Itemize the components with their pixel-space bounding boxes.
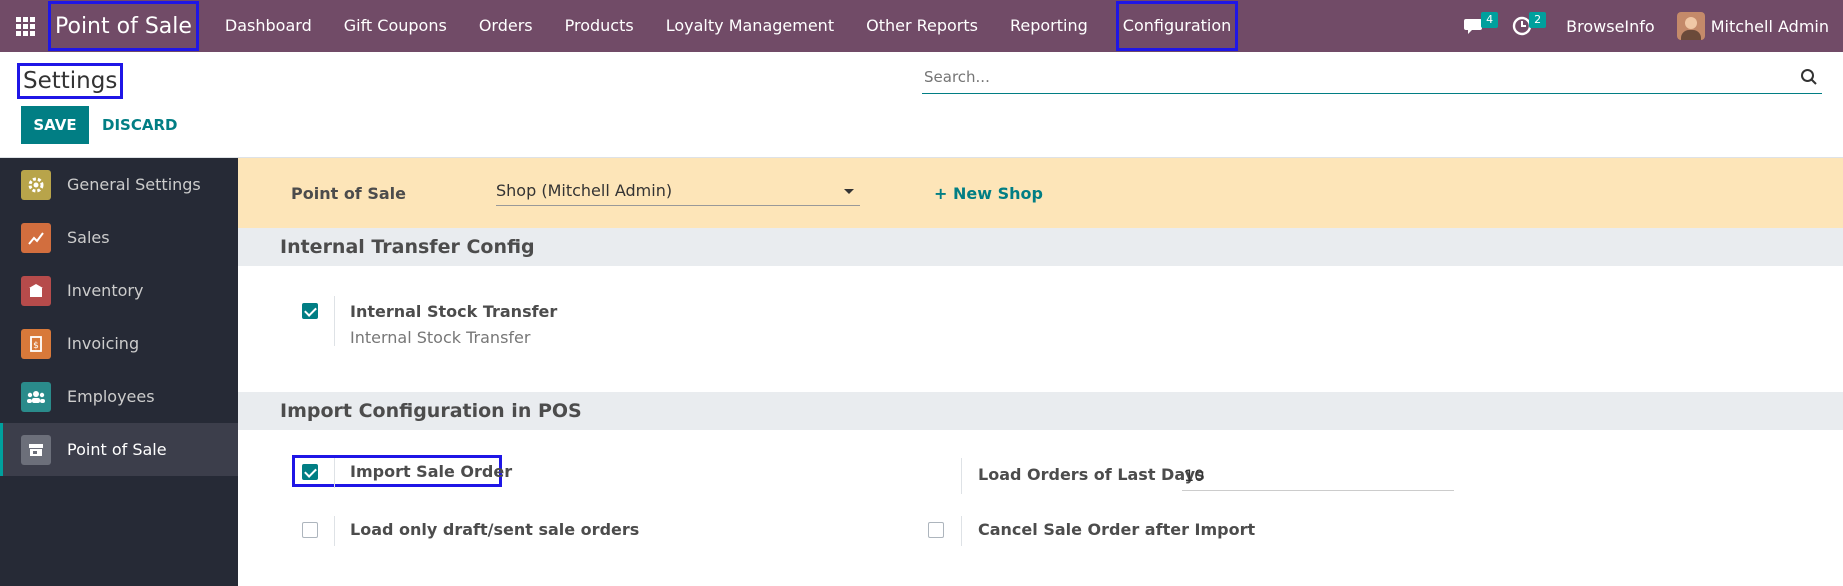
import-sale-order-title: Import Sale Order	[350, 462, 513, 481]
draft-only-title: Load only draft/sent sale orders	[350, 520, 640, 539]
svg-text:$: $	[33, 341, 39, 351]
sidebar-item-label: Inventory	[67, 281, 144, 300]
settings-content: Point of Sale Shop (Mitchell Admin) + Ne…	[238, 158, 1843, 586]
app-brand[interactable]: Point of Sale	[48, 1, 199, 51]
invoice-icon: $	[21, 328, 51, 359]
new-shop-button[interactable]: + New Shop	[934, 184, 1043, 203]
systray: 4 2 BrowseInfo Mitchell Admin	[1456, 0, 1843, 52]
divider	[961, 458, 962, 494]
top-navbar: Point of Sale Dashboard Gift Coupons Ord…	[0, 0, 1843, 52]
divider	[334, 516, 335, 546]
box-icon	[21, 275, 51, 306]
draft-only-checkbox[interactable]	[302, 522, 318, 538]
section-title-internal-transfer: Internal Transfer Config	[238, 228, 1843, 266]
sidebar-item-employees[interactable]: Employees	[0, 370, 238, 423]
menu-loyalty-management[interactable]: Loyalty Management	[650, 1, 850, 51]
cancel-after-import-title: Cancel Sale Order after Import	[978, 520, 1256, 539]
load-days-label: Load Orders of Last Days	[978, 465, 1205, 484]
cancel-after-import-checkbox[interactable]	[928, 522, 944, 538]
chevron-down-icon	[844, 189, 854, 194]
internal-stock-transfer-checkbox[interactable]	[302, 303, 318, 319]
sidebar-item-sales[interactable]: Sales	[0, 211, 238, 264]
import-sale-order-checkbox[interactable]	[302, 464, 318, 480]
page-title: Settings	[17, 63, 124, 99]
sidebar-item-label: Point of Sale	[67, 440, 167, 459]
menu-reporting[interactable]: Reporting	[994, 1, 1104, 51]
sidebar-item-label: Employees	[67, 387, 155, 406]
user-name: Mitchell Admin	[1710, 16, 1829, 36]
sidebar-item-label: General Settings	[67, 175, 201, 194]
menu-other-reports[interactable]: Other Reports	[850, 1, 994, 51]
search-input[interactable]	[922, 62, 1782, 92]
sidebar-item-label: Invoicing	[67, 334, 140, 353]
divider	[334, 458, 335, 488]
menu-dashboard[interactable]: Dashboard	[209, 1, 328, 51]
activities-button[interactable]: 2	[1504, 0, 1547, 52]
store-icon	[21, 434, 51, 465]
discard-button[interactable]: DISCARD	[102, 106, 177, 144]
control-panel: Settings SAVE DISCARD	[0, 52, 1843, 158]
save-button[interactable]: SAVE	[21, 106, 89, 144]
menu-configuration[interactable]: Configuration	[1115, 1, 1239, 51]
pos-select-value: Shop (Mitchell Admin)	[496, 181, 673, 200]
internal-stock-transfer-title: Internal Stock Transfer	[350, 302, 558, 321]
activities-badge: 2	[1529, 12, 1547, 28]
section-title-import-config: Import Configuration in POS	[238, 392, 1843, 430]
apps-menu-icon[interactable]	[0, 0, 50, 52]
menu-products[interactable]: Products	[549, 1, 650, 51]
pos-selector-bar: Point of Sale Shop (Mitchell Admin) + Ne…	[238, 158, 1843, 228]
avatar	[1676, 12, 1705, 40]
gear-icon	[21, 169, 51, 200]
messages-badge: 4	[1481, 12, 1499, 28]
company-switcher[interactable]: BrowseInfo	[1566, 17, 1655, 36]
main-menu: Dashboard Gift Coupons Orders Products L…	[209, 1, 1239, 51]
menu-orders[interactable]: Orders	[463, 1, 549, 51]
divider	[961, 516, 962, 546]
pos-label: Point of Sale	[291, 184, 406, 203]
settings-sidebar: General Settings Sales Inventory $ Invoi…	[0, 158, 238, 586]
menu-gift-coupons[interactable]: Gift Coupons	[328, 1, 463, 51]
internal-stock-transfer-desc: Internal Stock Transfer	[350, 328, 531, 347]
chart-icon	[21, 222, 51, 253]
search-icon[interactable]	[1800, 68, 1818, 86]
sidebar-item-point-of-sale[interactable]: Point of Sale	[0, 423, 238, 476]
divider	[334, 296, 335, 346]
sidebar-item-invoicing[interactable]: $ Invoicing	[0, 317, 238, 370]
sidebar-item-inventory[interactable]: Inventory	[0, 264, 238, 317]
load-days-input[interactable]: 10	[1182, 463, 1454, 491]
messages-button[interactable]: 4	[1456, 0, 1499, 52]
pos-select[interactable]: Shop (Mitchell Admin)	[496, 176, 860, 206]
search-bar	[922, 62, 1822, 94]
internal-transfer-settings: Internal Stock Transfer Internal Stock T…	[238, 266, 1843, 392]
user-menu[interactable]: Mitchell Admin	[1676, 12, 1829, 40]
people-icon	[21, 381, 51, 412]
sidebar-item-general-settings[interactable]: General Settings	[0, 158, 238, 211]
sidebar-item-label: Sales	[67, 228, 110, 247]
